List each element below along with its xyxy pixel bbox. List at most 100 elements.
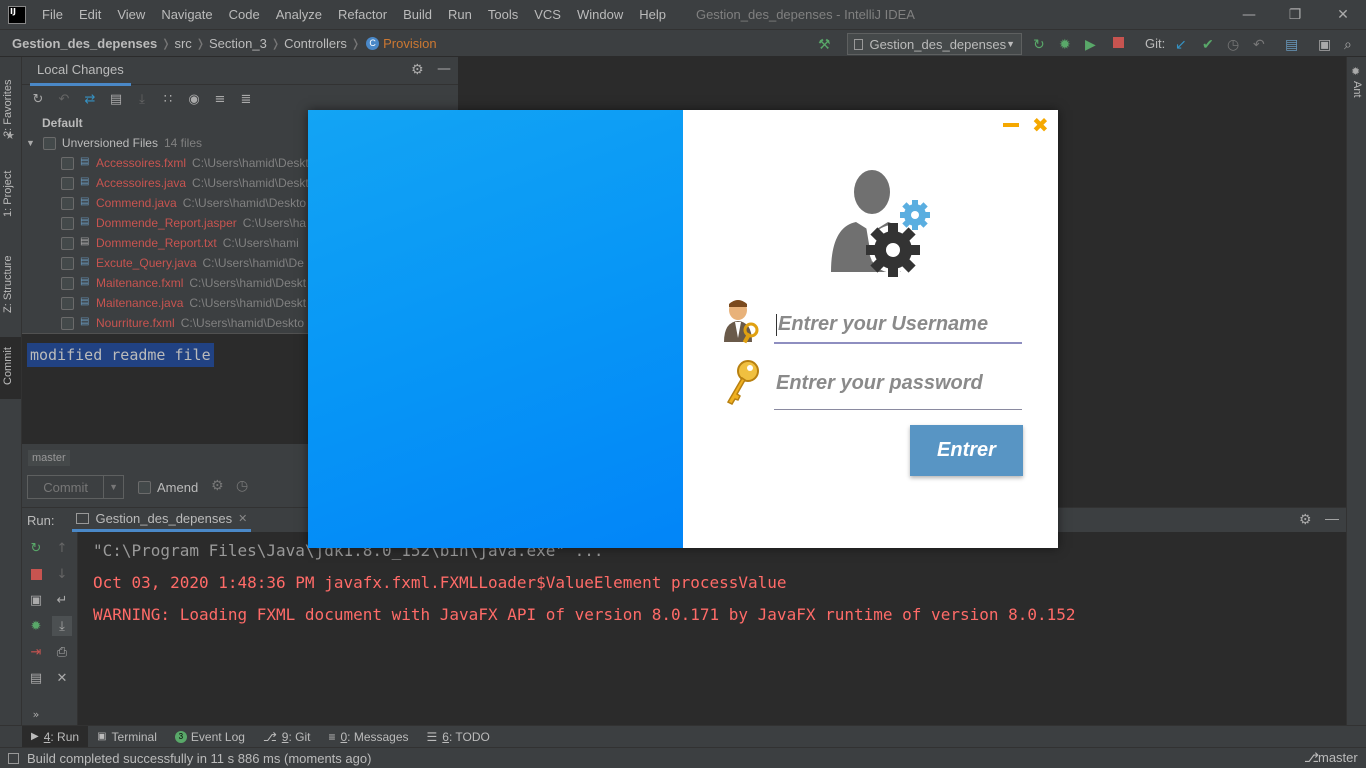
tab-terminal[interactable]: ▣ Terminal [88, 726, 166, 748]
menu-analyze[interactable]: Analyze [268, 0, 330, 29]
tab-project[interactable]: 1: Project [2, 171, 14, 217]
run-configuration-dropdown[interactable]: Gestion_des_depenses ▼ [847, 33, 1022, 55]
tab-ant[interactable]: Ant [1351, 81, 1363, 98]
rollback-icon[interactable]: ↶ [54, 89, 74, 109]
checkbox[interactable] [61, 296, 74, 310]
breadcrumb-src[interactable]: src [170, 36, 195, 51]
rollback-icon[interactable]: ↶ [1253, 36, 1265, 53]
tab-run-config[interactable]: Gestion_des_depenses ✕ [72, 508, 252, 532]
collapse-all-icon[interactable]: ≣ [236, 89, 256, 109]
group-by-icon[interactable]: ∷ [158, 89, 178, 109]
menu-build[interactable]: Build [395, 0, 440, 29]
list-item[interactable]: ▤ Nourriture.fxml C:\Users\hamid\Deskto [22, 313, 308, 331]
expand-all-icon[interactable]: ≡ [210, 89, 230, 109]
search-icon[interactable]: ⌕ [1344, 36, 1352, 53]
gear-icon[interactable]: ⚙ [411, 62, 424, 78]
list-item[interactable]: ▤ Accessoires.java C:\Users\hamid\Deskt [22, 173, 308, 193]
toggle-tool-windows-icon[interactable] [8, 752, 19, 764]
tab-commit[interactable]: Commit [2, 347, 14, 385]
gear-icon[interactable]: ⚙ [1299, 511, 1312, 528]
changelist-default[interactable]: Default [22, 113, 308, 133]
list-item[interactable]: ▤ Maitenance.java C:\Users\hamid\Deskt [22, 293, 308, 313]
project-structure-icon[interactable]: ▤ [1285, 36, 1298, 53]
menu-vcs[interactable]: VCS [526, 0, 569, 29]
tab-local-changes[interactable]: Local Changes [30, 56, 131, 86]
checkbox[interactable] [61, 176, 74, 190]
history-clock-icon[interactable]: ◷ [236, 478, 248, 494]
close-window-icon[interactable]: ✕ [1320, 0, 1366, 29]
rerun-icon[interactable]: ↻ [1033, 36, 1045, 53]
checkbox[interactable] [61, 216, 74, 230]
list-item[interactable]: ▤ Accessoires.fxml C:\Users\hamid\Deskt [22, 153, 308, 173]
menu-navigate[interactable]: Navigate [153, 0, 220, 29]
tab-structure[interactable]: Z: Structure [2, 256, 14, 313]
build-hammer-icon[interactable]: ⚒ [818, 36, 831, 53]
stop-icon[interactable] [26, 564, 46, 584]
chevron-down-icon[interactable]: ▼ [103, 476, 123, 498]
eye-icon[interactable]: ◉ [184, 89, 204, 109]
hide-panel-icon[interactable]: — [1325, 510, 1339, 526]
checkbox[interactable] [61, 256, 74, 270]
layout-icon[interactable]: ▣ [1318, 36, 1331, 53]
update-arrows-icon[interactable]: ⇄ [80, 89, 100, 109]
breadcrumb-current-file[interactable]: Provision [383, 36, 440, 51]
list-item[interactable]: ▤ Maitenance.fxml C:\Users\hamid\Deskt [22, 273, 308, 293]
git-update-icon[interactable]: ↙ [1175, 36, 1187, 53]
menu-code[interactable]: Code [221, 0, 268, 29]
soft-wrap-icon[interactable]: ↵ [52, 590, 72, 610]
trash-icon[interactable]: ✕ [52, 668, 72, 688]
arrow-down-icon[interactable]: ↓ [52, 564, 72, 584]
menu-edit[interactable]: Edit [71, 0, 109, 29]
exit-icon[interactable]: ⇥ [26, 642, 46, 662]
refresh-icon[interactable]: ↻ [28, 89, 48, 109]
run-with-coverage-icon[interactable]: ▶ [1085, 36, 1096, 53]
debug-bug-icon[interactable]: ✹ [1059, 36, 1071, 53]
enter-button[interactable]: Entrer [910, 425, 1023, 476]
close-icon[interactable]: ✖ [1032, 113, 1049, 137]
status-message[interactable]: Build completed successfully in 11 s 886… [27, 751, 371, 766]
layout-icon[interactable]: ▤ [26, 668, 46, 688]
scroll-to-end-icon[interactable]: ⤓ [52, 616, 72, 636]
gear-icon[interactable]: ⚙ [211, 478, 224, 494]
diff-icon[interactable]: ▤ [106, 89, 126, 109]
debug-bug-icon[interactable]: ✹ [26, 616, 46, 636]
menu-view[interactable]: View [109, 0, 153, 29]
checkbox[interactable] [61, 316, 74, 330]
commit-message-text[interactable]: modified readme file [27, 343, 214, 367]
commit-button[interactable]: Commit ▼ [27, 475, 124, 499]
more-icon[interactable]: » [26, 704, 46, 724]
close-tab-icon[interactable]: ✕ [238, 512, 247, 525]
breadcrumb-section[interactable]: Section_3 [205, 36, 271, 51]
menu-run[interactable]: Run [440, 0, 480, 29]
menu-tools[interactable]: Tools [480, 0, 526, 29]
menu-window[interactable]: Window [569, 0, 631, 29]
status-branch[interactable]: master [1318, 750, 1358, 765]
tab-todo[interactable]: ☰ 6: TODO [418, 726, 499, 748]
unversioned-files-node[interactable]: ▼ Unversioned Files 14 files [22, 133, 308, 153]
stop-icon[interactable] [1113, 37, 1124, 48]
breadcrumb-controllers[interactable]: Controllers [280, 36, 351, 51]
tab-event-log[interactable]: 3 Event Log [166, 726, 254, 748]
restore-window-icon[interactable]: ❐ [1272, 0, 1318, 29]
minimize-icon[interactable] [1003, 123, 1019, 127]
username-field[interactable]: Entrer your Username [774, 310, 1022, 344]
list-item[interactable]: ▤ Excute_Query.java C:\Users\hamid\De [22, 253, 308, 273]
rerun-icon[interactable]: ↻ [26, 538, 46, 558]
tab-run[interactable]: ▶ 4: Run [22, 725, 89, 748]
checkbox[interactable] [61, 236, 74, 250]
shelve-icon[interactable]: ⤓ [132, 89, 152, 109]
git-commit-check-icon[interactable]: ✔ [1202, 36, 1214, 53]
list-item[interactable]: ▤ Dommende_Report.jasper C:\Users\ha [22, 213, 308, 233]
menu-help[interactable]: Help [631, 0, 674, 29]
camera-icon[interactable]: ▣ [26, 590, 46, 610]
list-item[interactable]: ▤ Dommende_Report.txt C:\Users\hami [22, 233, 308, 253]
checkbox[interactable] [61, 276, 74, 290]
print-icon[interactable]: ⎙ [52, 642, 72, 662]
amend-checkbox[interactable] [138, 481, 151, 494]
arrow-up-icon[interactable]: ↑ [52, 538, 72, 558]
breadcrumb-project[interactable]: Gestion_des_depenses [8, 36, 161, 51]
tab-git[interactable]: ⎇ 9: Git [254, 726, 320, 748]
menu-refactor[interactable]: Refactor [330, 0, 395, 29]
hide-panel-icon[interactable]: — [437, 61, 451, 77]
password-field[interactable]: Entrer your password [774, 367, 1022, 410]
